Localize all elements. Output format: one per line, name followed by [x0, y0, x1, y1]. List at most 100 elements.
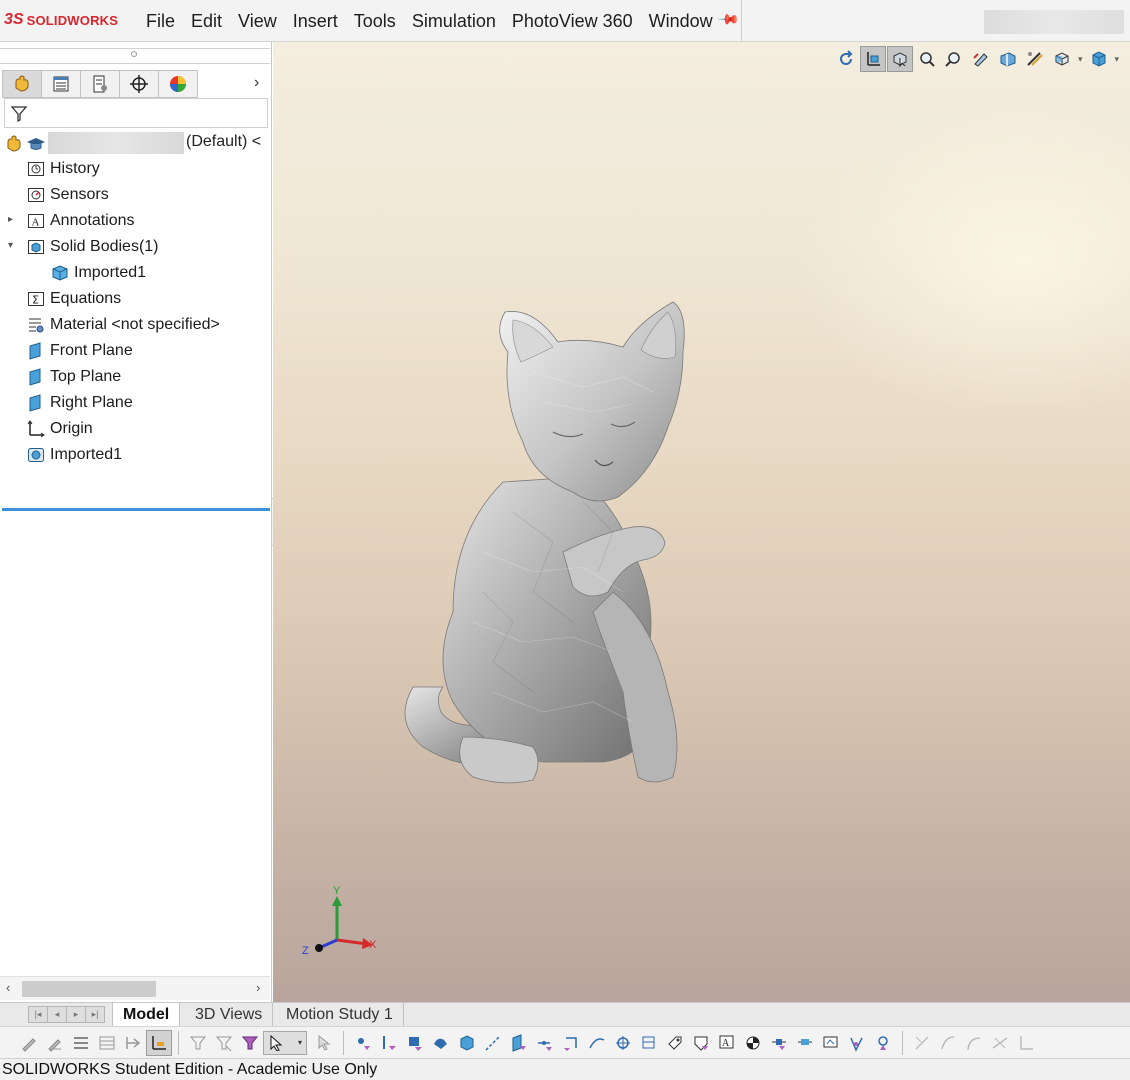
tree-item-label: Front Plane	[50, 342, 133, 359]
horizontal-scrollbar[interactable]: ‹ ›	[0, 976, 270, 1000]
dropdown-arrow-icon[interactable]: ▾	[1078, 54, 1083, 65]
center-icon	[616, 1035, 630, 1050]
filter-faces-button[interactable]	[237, 1030, 263, 1056]
next-tab-icon[interactable]: ▸	[66, 1006, 86, 1023]
tree-item-material[interactable]: Material <not specified>	[26, 312, 220, 338]
snap-line-button[interactable]	[376, 1030, 402, 1056]
menu-tools[interactable]: Tools	[346, 0, 404, 42]
tab-configuration-manager[interactable]	[80, 70, 120, 98]
tree-item-top-plane[interactable]: Top Plane	[26, 364, 121, 390]
snap-tag-button[interactable]	[662, 1030, 688, 1056]
snap-surface-button[interactable]	[428, 1030, 454, 1056]
snap-datum-target-button[interactable]	[792, 1030, 818, 1056]
rotate-view-button[interactable]	[833, 46, 859, 72]
scroll-thumb[interactable]	[22, 981, 156, 997]
select-mode-button[interactable]	[887, 46, 913, 72]
filter-vertices-button[interactable]	[185, 1030, 211, 1056]
last-tab-icon[interactable]: ▸|	[85, 1006, 105, 1023]
tree-item-annotations[interactable]: ▸ A Annotations	[8, 208, 135, 234]
snap-surface-finish-button[interactable]	[740, 1030, 766, 1056]
menu-view[interactable]: View	[230, 0, 285, 42]
snap-plane-button[interactable]	[506, 1030, 532, 1056]
tab-property-manager[interactable]	[41, 70, 81, 98]
snap-midpoint-button[interactable]	[532, 1030, 558, 1056]
more-tabs-chevron-icon[interactable]: ›	[254, 74, 259, 92]
tree-item-origin[interactable]: Origin	[26, 416, 93, 442]
snap-sketch-button[interactable]	[558, 1030, 584, 1056]
graphics-viewport[interactable]: ▾ ▾ Y X Z	[273, 42, 1130, 1002]
expand-arrow-icon[interactable]: ▸	[8, 214, 13, 225]
menu-photoview[interactable]: PhotoView 360	[504, 0, 641, 42]
tab-model[interactable]: Model	[112, 1003, 181, 1027]
feature-filter-button[interactable]	[120, 1030, 146, 1056]
zoom-to-area-button[interactable]	[941, 46, 967, 72]
snap-pierce-button[interactable]	[844, 1030, 870, 1056]
filter-edges-button[interactable]	[211, 1030, 237, 1056]
snap-curve-button[interactable]	[584, 1030, 610, 1056]
rollback-bar[interactable]	[2, 508, 270, 511]
tree-item-history[interactable]: History	[26, 156, 100, 182]
snap-point-button[interactable]	[350, 1030, 376, 1056]
model-imported1-cat[interactable]	[383, 292, 743, 792]
tree-item-right-plane[interactable]: Right Plane	[26, 390, 133, 416]
sketch-line-button[interactable]	[909, 1030, 935, 1056]
snap-weld-button[interactable]	[688, 1030, 714, 1056]
menu-simulation[interactable]: Simulation	[404, 0, 504, 42]
magic-select-button[interactable]	[311, 1030, 337, 1056]
sketch-smart-icon	[992, 1036, 1008, 1049]
snap-view-button[interactable]	[818, 1030, 844, 1056]
zoom-to-fit-button[interactable]	[914, 46, 940, 72]
dropdown-arrow-icon[interactable]: ▾	[1115, 54, 1120, 65]
toggle-filter-button[interactable]	[16, 1030, 42, 1056]
tree-item-imported1-feature[interactable]: Imported1	[26, 442, 122, 468]
menu-insert[interactable]: Insert	[285, 0, 346, 42]
edit-filter-button[interactable]	[42, 1030, 68, 1056]
menu-window[interactable]: Window	[641, 0, 721, 42]
collapse-arrow-icon[interactable]: ▾	[8, 240, 13, 251]
snap-datum-button[interactable]	[766, 1030, 792, 1056]
tab-motion-study[interactable]: Motion Study 1	[276, 1003, 404, 1027]
origin-filter-button[interactable]	[146, 1029, 172, 1056]
list-filter-button[interactable]	[68, 1030, 94, 1056]
snap-note-button[interactable]: A	[714, 1030, 740, 1056]
tree-item-body-imported1[interactable]: Imported1	[50, 260, 146, 286]
grid-filter-button[interactable]	[94, 1030, 120, 1056]
scroll-right-icon[interactable]: ›	[256, 980, 260, 995]
previous-view-button[interactable]	[968, 46, 994, 72]
tree-root-part[interactable]: (Default) <	[0, 130, 270, 156]
view-orientation-button[interactable]	[860, 46, 886, 72]
snap-axis-button[interactable]	[480, 1030, 506, 1056]
dynamic-annotation-button[interactable]	[1022, 46, 1048, 72]
tree-item-solid-bodies[interactable]: ▾ Solid Bodies(1)	[8, 234, 159, 260]
tab-display-manager[interactable]	[158, 70, 198, 98]
snap-face-button[interactable]	[402, 1030, 428, 1056]
snap-body-button[interactable]	[454, 1030, 480, 1056]
menu-edit[interactable]: Edit	[183, 0, 230, 42]
sketch-smart-button[interactable]	[987, 1030, 1013, 1056]
prev-tab-icon[interactable]: ◂	[47, 1006, 67, 1023]
tree-item-front-plane[interactable]: Front Plane	[26, 338, 133, 364]
tree-filter-input[interactable]	[4, 98, 268, 128]
first-tab-icon[interactable]: |◂	[28, 1006, 48, 1023]
snap-center-button[interactable]	[610, 1030, 636, 1056]
section-view-button[interactable]	[995, 46, 1021, 72]
tree-item-equations[interactable]: Σ Equations	[26, 286, 121, 312]
tab-feature-manager[interactable]	[2, 70, 42, 98]
sketch-arc-button[interactable]	[935, 1030, 961, 1056]
sketch-corner-button[interactable]	[1013, 1030, 1039, 1056]
scroll-left-icon[interactable]: ‹	[6, 980, 10, 995]
tab-dimxpert-manager[interactable]	[119, 70, 159, 98]
tree-item-sensors[interactable]: Sensors	[26, 182, 109, 208]
solidworks-logo[interactable]: 3S SOLIDWORKS	[4, 8, 118, 32]
heads-up-view-toolbar: ▾ ▾	[833, 46, 1121, 72]
view-orientation-dropdown[interactable]	[1049, 46, 1075, 72]
snap-dimension-button[interactable]	[636, 1030, 662, 1056]
selection-tool-dropdown[interactable]: ▾	[263, 1030, 307, 1055]
snap-cosmetic-button[interactable]	[870, 1030, 896, 1056]
panel-grip[interactable]	[0, 48, 270, 64]
display-style-button[interactable]	[1086, 46, 1112, 72]
sketch-spline-button[interactable]	[961, 1030, 987, 1056]
tab-3d-views[interactable]: 3D Views	[185, 1003, 274, 1027]
menu-file[interactable]: File	[138, 0, 183, 42]
sketch-line-icon	[915, 1035, 929, 1050]
